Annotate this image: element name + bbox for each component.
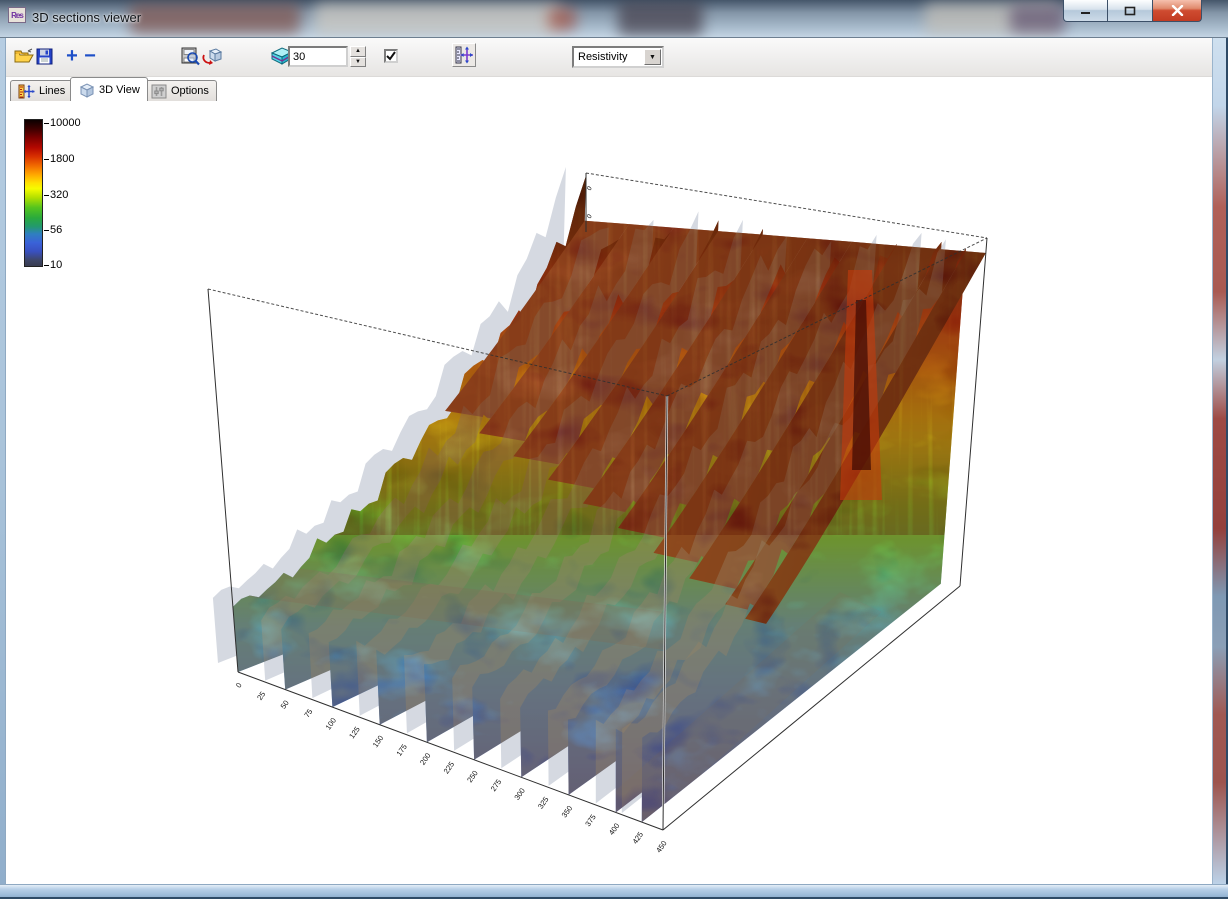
legend-tick-label: 320 [50,189,96,201]
tab-3d-view[interactable]: 3D View [70,77,148,101]
axes-ruler-icon [455,46,473,64]
axis-tick-label: 25 [255,690,267,702]
axis-tick-label: 425 [630,830,645,845]
app-window: Res 3D sections viewer [0,0,1228,899]
cube-3d-icon [78,82,95,98]
axis-tick-label: 50 [279,699,291,711]
legend-tick [44,159,49,160]
legend-tick-label: 56 [50,224,96,236]
window-title: 3D sections viewer [32,10,141,25]
legend-tick-label: 10000 [50,117,96,129]
axis-tick-label: 200 [418,751,433,766]
axis-tick-label: 0 [234,681,244,690]
desktop-blur-blob [130,4,300,34]
lines-tab-icon [18,84,35,99]
slice-count-stepper: ▲ ▼ [350,46,366,67]
stepper-up-button[interactable]: ▲ [350,46,366,57]
axis-tick-label: 0 [586,213,594,220]
3d-view[interactable]: 0 25 50 75 100 125 150 175 200 225 250 275 300 325 350… [186,156,1012,862]
axis-tick-label: 275 [489,778,504,793]
texture-overlays [190,160,1005,855]
axis-tick-label: 75 [302,707,314,719]
save-floppy-icon [36,48,53,65]
axis-tick-label: 100 [323,716,338,731]
open-folder-icon [14,48,34,64]
resistivity-colormap-legend: 10000 1800 320 56 10 [20,114,100,279]
minus-icon: − [84,49,96,63]
minimize-icon [1080,6,1092,16]
maximize-button[interactable] [1108,0,1153,22]
close-icon [1171,5,1184,16]
desktop-blur-blob [618,2,703,36]
axis-tick-label: 375 [583,813,598,828]
titlebar: Res 3D sections viewer [0,0,1228,38]
stepper-down-button[interactable]: ▼ [350,57,366,68]
tab-label: Options [171,85,209,97]
legend-tick [44,123,49,124]
axis-tick-label: 450 [654,839,669,854]
axis-tick-label: 250 [465,769,480,784]
axis-tick-label: 325 [536,795,551,810]
viewer-canvas: 10000 1800 320 56 10 0255075100125150175… [6,101,1212,884]
tab-label: 3D View [99,84,140,96]
axis-tick-label: 225 [442,760,457,775]
legend-tick-label: 10 [50,259,96,271]
toolbar: + − [6,38,1212,77]
tab-strip: Lines 3D View Options [6,77,1212,101]
legend-tick-label: 1800 [50,153,96,165]
save-image-button[interactable] [178,44,202,68]
legend-tick [44,265,49,266]
save-image-icon [180,47,200,66]
window-border-bottom [0,884,1228,899]
desktop-blur-blob [315,3,560,35]
axis-tick-label: 150 [371,734,386,749]
options-sliders-icon [151,84,167,99]
axis-tick-label: 0 [586,185,594,192]
tab-lines[interactable]: Lines [10,80,73,101]
maximize-icon [1124,6,1136,16]
axis-tick-label: 300 [512,786,527,801]
axis-tick-label: 400 [607,821,622,836]
slice-count-input[interactable] [288,46,348,67]
axis-tick-label: 175 [394,742,409,757]
axis-tick-label: 350 [560,804,575,819]
save-button[interactable] [32,44,56,68]
desktop-blur-blob [548,8,576,30]
dropdown-arrow-button[interactable]: ▼ [644,49,661,65]
chevron-down-icon: ▼ [649,54,656,61]
legend-tick [44,230,49,231]
parameter-dropdown-value: Resistivity [574,51,644,63]
check-icon [386,51,396,61]
tab-label: Lines [39,85,65,97]
parameter-dropdown[interactable]: Resistivity ▼ [572,46,664,68]
minimize-button[interactable] [1063,0,1108,22]
close-button[interactable] [1153,0,1202,22]
rotate-view-button[interactable] [200,44,224,68]
plus-icon: + [66,48,78,64]
app-icon: Res [8,7,26,23]
axis-tick-label: 125 [347,725,362,740]
tab-options[interactable]: Options [143,80,217,101]
z-axis-ticks: 00 [586,185,594,220]
rotate-cube-icon [201,47,223,66]
legend-tick [44,195,49,196]
axes-settings-button[interactable] [452,43,476,67]
window-border-left [0,38,6,884]
caption-buttons [1063,0,1202,22]
remove-section-button[interactable]: − [78,44,102,68]
colormap-bar [24,119,43,267]
desktop-blur-blob [1010,5,1065,33]
toolbar-checkbox[interactable] [384,49,398,63]
window-border-right [1212,38,1228,884]
